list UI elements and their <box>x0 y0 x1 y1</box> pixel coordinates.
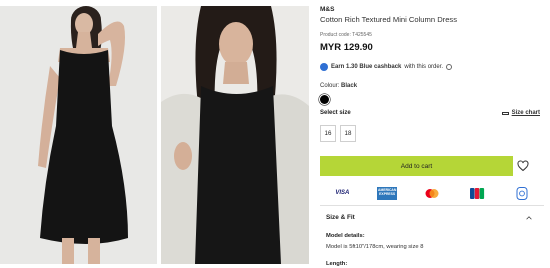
product-title: Cotton Rich Textured Mini Column Dress <box>320 15 458 24</box>
product-code: Product code: T425545 <box>320 32 372 38</box>
colour-swatch-black[interactable] <box>320 95 329 104</box>
mastercard-icon <box>425 188 439 198</box>
payment-methods: VISA AMERICAN EXPRESS <box>320 181 544 206</box>
size-option-18[interactable]: 18 <box>340 125 356 142</box>
size-option-16[interactable]: 16 <box>320 125 336 142</box>
size-fit-heading[interactable]: Size & Fit <box>326 214 355 221</box>
model-front-figure <box>0 6 157 264</box>
product-image-closeup[interactable] <box>161 6 309 264</box>
amex-logo: AMERICAN EXPRESS <box>377 186 398 200</box>
colour-label-text: Colour: <box>320 83 340 89</box>
colour-value: Black <box>341 83 358 89</box>
length-label: Length: <box>326 261 348 267</box>
jcb-icon <box>466 186 487 200</box>
add-to-cart-button[interactable]: Add to cart <box>320 156 513 176</box>
visa-logo: VISA <box>335 190 350 196</box>
size-chart-label: Size chart <box>511 110 540 116</box>
chevron-up-icon[interactable] <box>526 215 532 221</box>
model-closeup-figure <box>161 6 309 264</box>
product-info-panel: M&S Cotton Rich Textured Mini Column Dre… <box>320 0 544 268</box>
size-chart-link[interactable]: Size chart <box>501 110 540 116</box>
cashback-icon <box>320 63 328 71</box>
model-details-label: Model details: <box>326 233 365 239</box>
fpx-icon <box>516 186 528 200</box>
product-price: MYR 129.90 <box>320 42 373 53</box>
colour-label: Colour: Black <box>320 83 357 89</box>
select-size-label: Select size <box>320 110 351 116</box>
brand-name: M&S <box>320 6 335 13</box>
info-icon[interactable] <box>446 64 453 70</box>
cashback-text: with this order. <box>404 64 444 70</box>
cashback-amount: Earn 1.30 Blue cashback <box>331 64 402 70</box>
heart-icon[interactable] <box>517 160 529 172</box>
product-image-front[interactable] <box>0 6 157 264</box>
ruler-icon <box>501 111 509 115</box>
cashback-banner: Earn 1.30 Blue cashback with this order. <box>320 63 453 71</box>
model-details-value: Model is 5ft10"/178cm, wearing size 8 <box>326 244 424 250</box>
